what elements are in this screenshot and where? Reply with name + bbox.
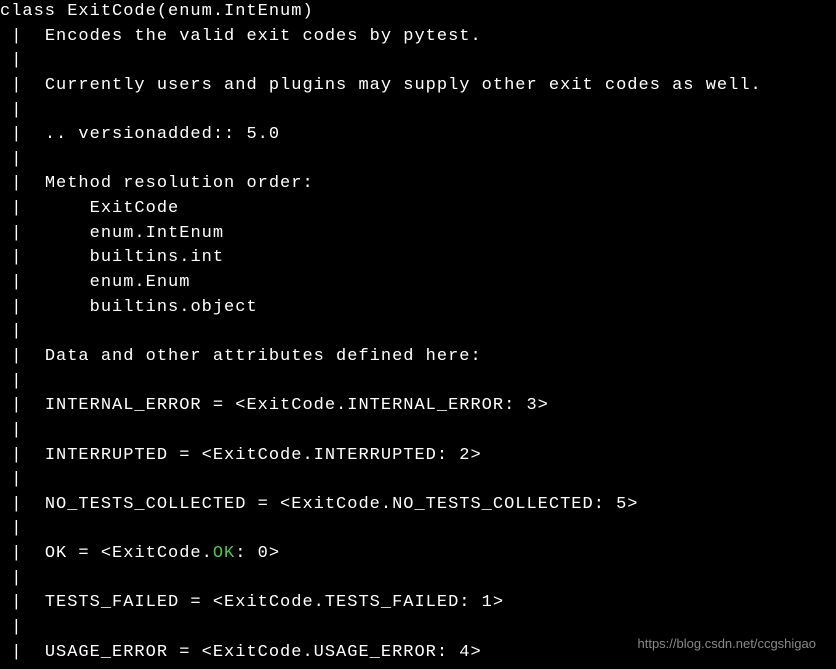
version-line: | .. versionadded:: 5.0 [0, 123, 836, 148]
pipe: | [0, 101, 45, 120]
attr-line-ok: | OK = <ExitCode.OK: 0> [0, 542, 836, 567]
pipe: | [0, 593, 45, 612]
empty-line: | [0, 567, 836, 592]
doc-line: | Currently users and plugins may supply… [0, 74, 836, 99]
empty-line: | [0, 99, 836, 124]
empty-line: | [0, 419, 836, 444]
pipe: | [0, 495, 45, 514]
doc-line: | Encodes the valid exit codes by pytest… [0, 25, 836, 50]
empty-line: | [0, 468, 836, 493]
pipe: | [0, 618, 45, 637]
mro-item-line: | builtins.object [0, 296, 836, 321]
mro-item-line: | enum.IntEnum [0, 222, 836, 247]
pipe: | [0, 27, 45, 46]
empty-line: | [0, 148, 836, 173]
pipe: | [0, 372, 45, 391]
pipe: | [0, 519, 45, 538]
ok-highlight: OK [213, 544, 235, 563]
pipe-indent: | [0, 248, 90, 267]
attr-line: | TESTS_FAILED = <ExitCode.TESTS_FAILED:… [0, 591, 836, 616]
pipe-indent: | [0, 199, 90, 218]
pipe: | [0, 544, 45, 563]
mro-item-line: | ExitCode [0, 197, 836, 222]
pipe: | [0, 322, 45, 341]
pipe: | [0, 396, 45, 415]
pipe: | [0, 643, 45, 662]
pipe: | [0, 76, 45, 95]
empty-line: | [0, 370, 836, 395]
empty-line: | [0, 517, 836, 542]
pipe: | [0, 150, 45, 169]
class-definition-line: class ExitCode(enum.IntEnum) [0, 0, 836, 25]
pipe: | [0, 347, 45, 366]
pipe: | [0, 421, 45, 440]
attr-line: | NO_TESTS_COLLECTED = <ExitCode.NO_TEST… [0, 493, 836, 518]
pipe-indent: | [0, 273, 90, 292]
mro-header-line: | Method resolution order: [0, 172, 836, 197]
pipe: | [0, 569, 45, 588]
pipe: | [0, 125, 45, 144]
watermark-text: https://blog.csdn.net/ccgshigao [637, 635, 816, 654]
pipe: | [0, 446, 45, 465]
terminal-output: class ExitCode(enum.IntEnum) | Encodes t… [0, 0, 836, 665]
pipe: | [0, 51, 45, 70]
mro-item-line: | builtins.int [0, 246, 836, 271]
attr-line: | INTERNAL_ERROR = <ExitCode.INTERNAL_ER… [0, 394, 836, 419]
empty-line: | [0, 320, 836, 345]
mro-item-line: | enum.Enum [0, 271, 836, 296]
pipe: | [0, 174, 45, 193]
data-header-line: | Data and other attributes defined here… [0, 345, 836, 370]
pipe: | [0, 470, 45, 489]
attr-line: | INTERRUPTED = <ExitCode.INTERRUPTED: 2… [0, 444, 836, 469]
pipe-indent: | [0, 224, 90, 243]
empty-line: | [0, 49, 836, 74]
pipe-indent: | [0, 298, 90, 317]
